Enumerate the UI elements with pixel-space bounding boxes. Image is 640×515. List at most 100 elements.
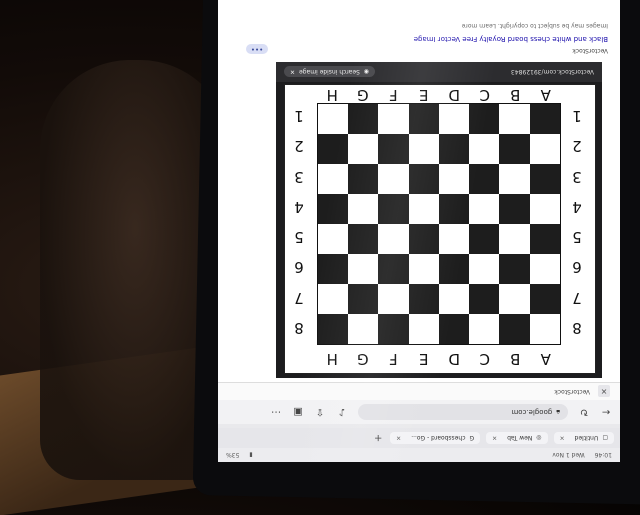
rank-label: 8 [294, 319, 304, 337]
dark-square [529, 104, 560, 134]
light-square [469, 134, 500, 164]
file-label: D [448, 86, 461, 104]
light-square [499, 224, 530, 254]
chessboard-grid [317, 103, 561, 345]
page-content: × VectorStock A B C D E F G H 8 7 6 5 4 … [218, 0, 620, 400]
light-square [378, 224, 409, 254]
tab-untitled[interactable]: ▢ Untitled ✕ [553, 432, 614, 444]
image-viewer-header: × VectorStock [218, 382, 620, 400]
light-square [469, 254, 500, 284]
reload-icon[interactable]: ↻ [578, 406, 590, 418]
tablet-screen: 10:46 Wed 1 Nov ▮ 53% ▢ Untitled ✕ ◎ New… [218, 0, 620, 462]
tab-new-tab[interactable]: ◎ New Tab ✕ [486, 432, 548, 444]
light-square [529, 134, 560, 164]
tab-label: New Tab [507, 434, 533, 442]
new-tab-plus-icon[interactable]: + [372, 432, 384, 444]
light-square [378, 104, 409, 134]
arrow-left-icon[interactable]: ← [600, 406, 612, 418]
browser-toolbar: ← ↻ 🔒︎ google.com ♪ ⇪ ▣ ⋯ [218, 400, 620, 424]
dark-square [529, 284, 560, 314]
light-square [348, 314, 379, 344]
light-square [318, 104, 349, 134]
dark-square [318, 134, 349, 164]
rank-label: 2 [294, 137, 304, 156]
globe-icon: ◎ [536, 434, 542, 442]
dark-square [318, 254, 349, 284]
tab-label: chessboard - Go... [411, 434, 466, 442]
light-square [378, 284, 409, 314]
dark-square [529, 164, 560, 194]
address-bar[interactable]: 🔒︎ google.com [358, 404, 568, 420]
file-label: D [448, 350, 461, 368]
dark-square [469, 164, 500, 194]
more-options-button[interactable]: ••• [246, 44, 268, 54]
file-label: B [510, 350, 521, 368]
light-square [408, 194, 439, 224]
light-square [529, 254, 560, 284]
status-bar: 10:46 Wed 1 Nov ▮ 53% [218, 448, 620, 462]
tab-chessboard[interactable]: G chessboard - Go... ✕ [390, 432, 481, 444]
google-icon: G [469, 434, 475, 442]
tabs-icon[interactable]: ▣ [292, 406, 304, 418]
dark-square [318, 194, 349, 224]
dark-square [439, 314, 470, 344]
rank-labels-left: 8 7 6 5 4 3 2 1 [565, 101, 589, 343]
lock-icon: 🔒︎ [556, 408, 560, 417]
more-icon[interactable]: ⋯ [270, 406, 282, 418]
dark-square [529, 224, 560, 254]
dark-square [348, 164, 379, 194]
close-icon[interactable]: × [598, 385, 610, 398]
dark-square [469, 284, 500, 314]
dark-square [469, 224, 500, 254]
light-square [499, 164, 530, 194]
dark-square [408, 164, 439, 194]
lens-icon: ◉ [363, 68, 370, 76]
result-site[interactable]: VectorStock [238, 47, 608, 54]
rank-label: 1 [294, 107, 304, 126]
rank-label: 5 [572, 228, 582, 247]
light-square [408, 254, 439, 284]
rank-label: 4 [572, 198, 582, 216]
image-panel[interactable]: A B C D E F G H 8 7 6 5 4 3 2 1 8 7 6 5 … [276, 62, 602, 378]
light-square [439, 224, 470, 254]
dark-square [348, 104, 379, 134]
rank-labels-right: 8 7 6 5 4 3 2 1 [287, 101, 311, 343]
close-icon[interactable]: ✕ [396, 435, 401, 442]
search-inside-image-button[interactable]: ◉ Search inside image ✕ [284, 66, 376, 78]
image-credit: VectorStock.com/39129843 [510, 68, 594, 76]
rank-label: 3 [572, 167, 582, 186]
dark-square [378, 254, 409, 284]
dark-square [408, 284, 439, 314]
rank-label: 3 [294, 167, 304, 186]
address-url: google.com [511, 408, 553, 416]
dark-square [408, 224, 439, 254]
light-square [439, 104, 470, 134]
file-label: E [419, 86, 429, 104]
light-square [499, 104, 530, 134]
rank-label: 2 [572, 137, 582, 156]
page-icon: ▢ [602, 434, 608, 442]
close-icon[interactable]: ✕ [290, 69, 295, 76]
dark-square [348, 224, 379, 254]
file-label: G [356, 86, 369, 104]
share-icon[interactable]: ⇪ [314, 406, 326, 418]
light-square [318, 164, 349, 194]
rank-label: 1 [572, 107, 582, 126]
result-title[interactable]: Black and white chess board Royalty Free… [238, 35, 608, 43]
status-date: Wed 1 Nov [552, 451, 585, 459]
file-labels-top: A B C D E F G H [317, 347, 561, 371]
rank-label: 8 [572, 319, 582, 337]
dark-square [408, 104, 439, 134]
close-icon[interactable]: ✕ [560, 435, 565, 442]
rank-label: 7 [294, 288, 304, 307]
light-square [408, 314, 439, 344]
file-label: C [479, 350, 490, 368]
file-label: F [388, 350, 398, 368]
mic-icon[interactable]: ♪ [336, 406, 348, 418]
light-square [378, 164, 409, 194]
source-label[interactable]: VectorStock [554, 388, 590, 395]
rank-label: 5 [294, 228, 304, 247]
result-info: VectorStock Black and white chess board … [238, 4, 608, 54]
close-icon[interactable]: ✕ [492, 435, 497, 442]
tabs-bar: ▢ Untitled ✕ ◎ New Tab ✕ G chessboard - … [218, 428, 620, 448]
